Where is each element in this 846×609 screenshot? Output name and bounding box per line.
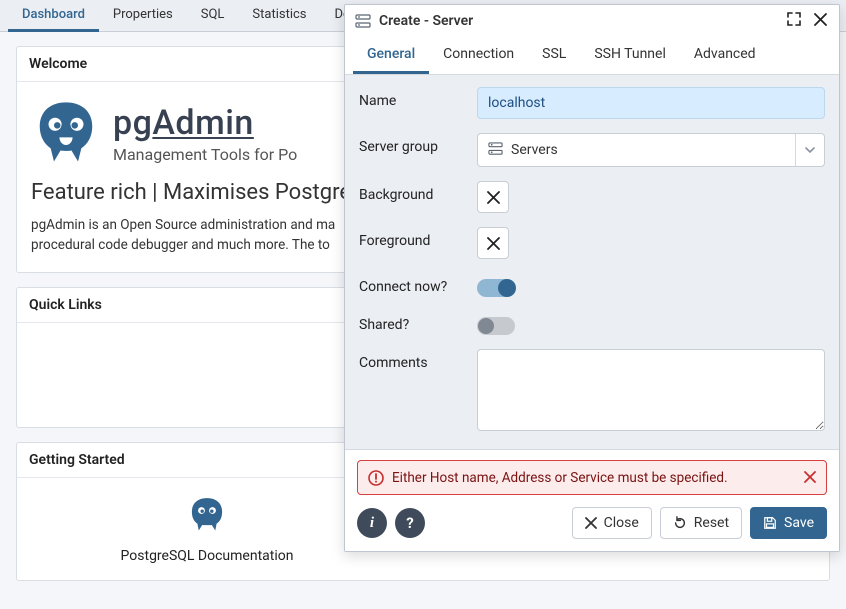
comments-label: Comments: [359, 349, 477, 373]
getting-started-doc-link[interactable]: PostgreSQL Documentation: [77, 494, 337, 564]
dialog-tab-ssh-tunnel[interactable]: SSH Tunnel: [580, 37, 680, 74]
name-input[interactable]: [477, 87, 825, 119]
reset-button[interactable]: Reset: [660, 507, 742, 539]
shared-label: Shared?: [359, 311, 477, 335]
tab-sql[interactable]: SQL: [187, 0, 239, 32]
close-button-label: Close: [604, 515, 639, 531]
dialog-tabs: General Connection SSL SSH Tunnel Advanc…: [345, 37, 839, 75]
create-server-dialog: Create - Server General Connection SSL S…: [344, 4, 840, 552]
error-close-icon[interactable]: [804, 468, 816, 487]
error-text: Either Host name, Address or Service mus…: [392, 470, 728, 486]
name-field-label: Name: [359, 87, 477, 111]
background-clear-button[interactable]: [477, 181, 509, 213]
reset-button-label: Reset: [694, 515, 729, 531]
dialog-tab-advanced[interactable]: Advanced: [680, 37, 770, 74]
brand-name: pgAdmin: [113, 103, 297, 143]
save-button[interactable]: Save: [750, 507, 827, 539]
server-group-select[interactable]: Servers: [477, 133, 825, 167]
tab-statistics[interactable]: Statistics: [238, 0, 320, 32]
shared-toggle[interactable]: [477, 317, 515, 335]
dialog-maximize-icon[interactable]: [785, 12, 803, 30]
dialog-tab-ssl[interactable]: SSL: [528, 37, 580, 74]
server-icon: [355, 13, 371, 29]
reset-icon: [673, 516, 687, 530]
connect-now-toggle[interactable]: [477, 279, 515, 297]
info-button[interactable]: i: [357, 508, 387, 538]
tab-properties[interactable]: Properties: [99, 0, 187, 32]
dialog-close-icon[interactable]: [811, 13, 829, 30]
close-icon: [585, 517, 597, 529]
save-icon: [763, 516, 777, 530]
error-banner: Either Host name, Address or Service mus…: [357, 460, 827, 495]
dialog-tab-connection[interactable]: Connection: [429, 37, 528, 74]
servers-icon: [488, 141, 503, 160]
comments-textarea[interactable]: [477, 349, 825, 431]
close-button[interactable]: Close: [572, 507, 652, 539]
error-icon: [368, 470, 384, 486]
pgadmin-logo-icon: [31, 98, 101, 168]
x-icon: [487, 237, 500, 250]
x-icon: [487, 191, 500, 204]
dialog-titlebar: Create - Server: [345, 5, 839, 37]
foreground-clear-button[interactable]: [477, 227, 509, 259]
foreground-label: Foreground: [359, 227, 477, 251]
chevron-down-icon: [795, 134, 816, 166]
save-button-label: Save: [784, 515, 814, 531]
dialog-title: Create - Server: [379, 13, 473, 29]
tab-dashboard[interactable]: Dashboard: [8, 0, 99, 32]
brand-subtitle: Management Tools for Po: [113, 145, 297, 164]
help-button[interactable]: ?: [395, 508, 425, 538]
background-label: Background: [359, 181, 477, 205]
server-group-label: Server group: [359, 133, 477, 157]
server-group-value: Servers: [511, 142, 558, 158]
connect-now-label: Connect now?: [359, 273, 477, 297]
postgres-elephant-icon: [185, 494, 229, 538]
getting-started-label: PostgreSQL Documentation: [121, 548, 294, 564]
dialog-tab-general[interactable]: General: [353, 37, 429, 74]
